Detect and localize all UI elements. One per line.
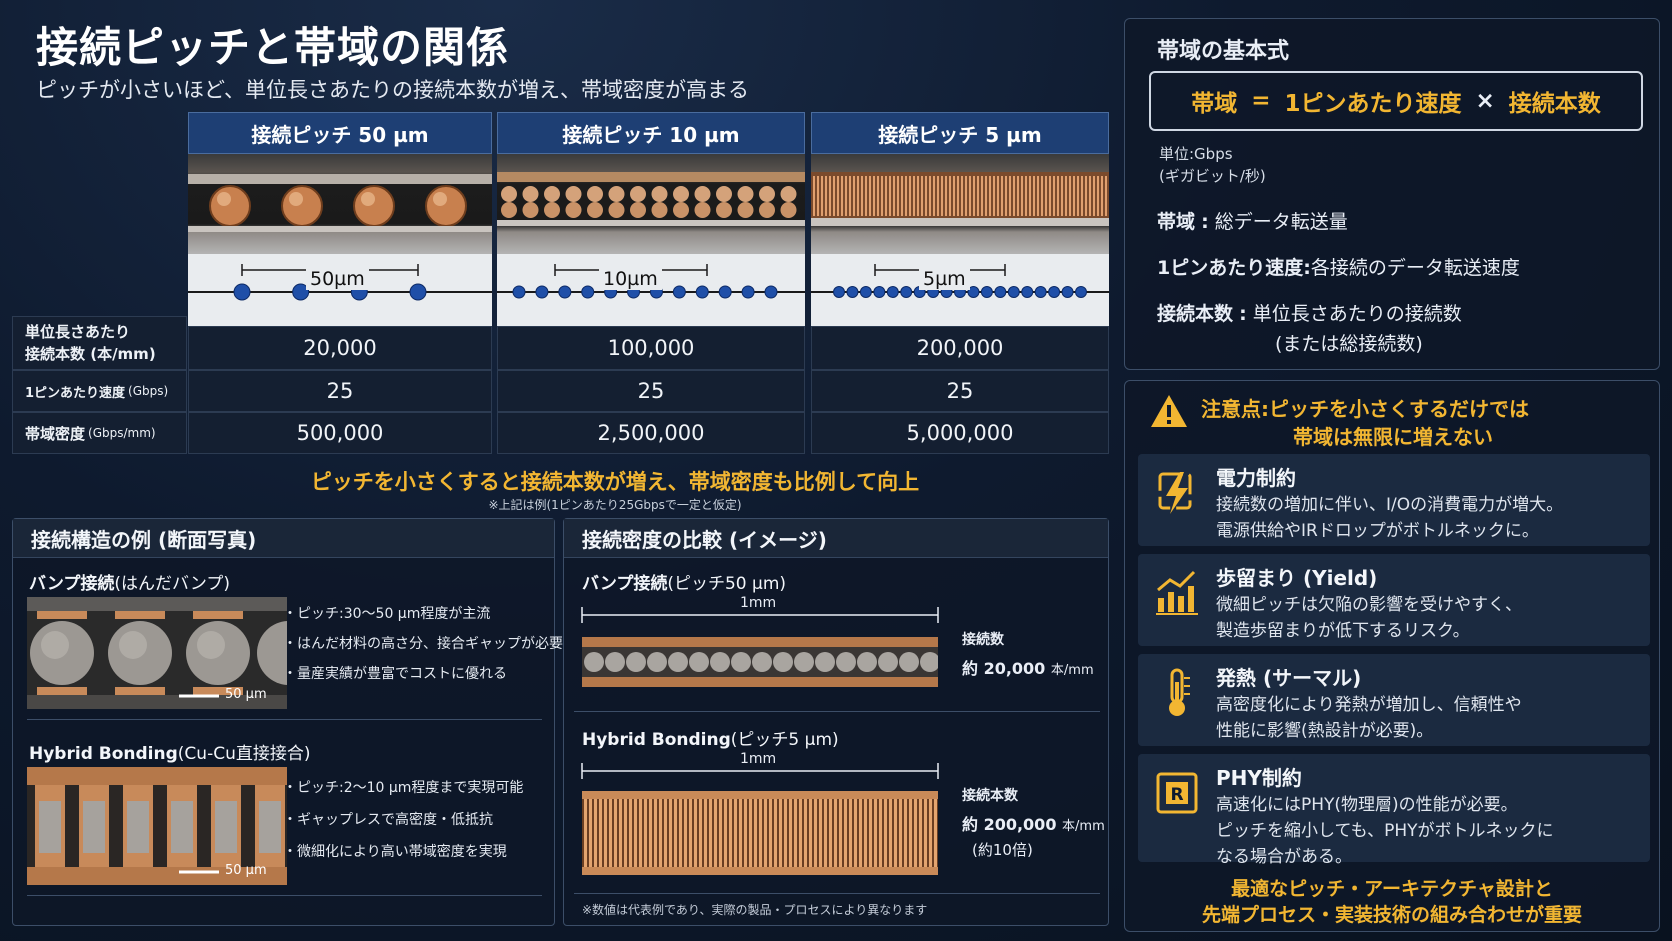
row-label-speed: 1ピンあたり速度 (Gbps) — [12, 370, 187, 412]
bump-photo: 50 µm — [27, 597, 287, 709]
structure-panel: 接続構造の例 (断面写真) バンプ接続(はんだバンプ) 50 µm ・ピッチ:3… — [12, 518, 563, 926]
risk-thermal-text: 高密度化により発熱が増加し、信頼性や 性能に影響(熱設計が必要)。 — [1216, 695, 1522, 741]
cell-density-5: 200,000 — [811, 326, 1109, 370]
formula-term1: 1ピンあたり速度 — [1284, 91, 1462, 117]
pitch-50-header: 接続ピッチ 50 µm — [188, 112, 492, 154]
pitch-10-photo — [497, 154, 805, 254]
table-conclusion: ピッチを小さくすると接続本数が増え、帯域密度も比例して向上 — [310, 470, 920, 494]
formula-times: × — [1475, 88, 1495, 114]
density-footnote: ※数値は代表例であり、実際の製品・プロセスにより異なります — [582, 903, 928, 917]
risk-power-title: 電力制約 — [1216, 466, 1296, 490]
caution-title-1: 注意点:ピッチを小さくするだけでは — [1201, 397, 1529, 421]
density-hybrid-count-label: 接続本数 — [962, 788, 1018, 804]
cell-speed-5: 25 — [811, 370, 1109, 412]
bump-bullet-3: ・量産実績が豊富でコストに優れる — [283, 666, 507, 682]
density-hybrid-heading: Hybrid Bonding(ピッチ5 µm) — [582, 730, 839, 750]
pitch-5-diagram: 5µm — [811, 254, 1109, 326]
cell-density-50: 20,000 — [188, 326, 492, 370]
caution-title-2: 帯域は無限に増えない — [1293, 425, 1493, 449]
thermometer-icon — [1169, 668, 1190, 716]
density-bump-span: 1mm — [740, 595, 777, 611]
density-divider — [574, 711, 1100, 712]
formula-box: 帯域 = 1ピンあたり速度 × 接続本数 — [1149, 71, 1643, 131]
phy-chip-icon: R — [1156, 772, 1198, 814]
density-bump-image — [582, 637, 938, 687]
formula-eq: = — [1251, 88, 1271, 114]
density-hybrid-span: 1mm — [740, 751, 777, 767]
structure-bottom-divider — [27, 895, 542, 896]
cell-density-10: 100,000 — [497, 326, 805, 370]
cell-bandwidth-5: 5,000,000 — [811, 412, 1109, 454]
bump-heading: バンプ接続(はんだバンプ) — [29, 574, 230, 594]
formula-def-speed: 1ピンあたり速度:各接続のデータ転送速度 — [1157, 257, 1520, 279]
caution-conclusion-2: 先端プロセス・実装技術の組み合わせが重要 — [1201, 904, 1582, 926]
warning-icon — [1151, 395, 1187, 427]
risk-phy-text: 高速化にはPHY(物理層)の性能が必要。 ピッチを縮小しても、PHYがボトルネッ… — [1216, 795, 1554, 867]
cell-bandwidth-50: 500,000 — [188, 412, 492, 454]
structure-panel-title: 接続構造の例 (断面写真) — [13, 519, 554, 558]
bump-10-image — [497, 172, 805, 226]
risk-item-yield: 歩留まり (Yield) 微細ピッチは欠陥の影響を受けやすく、 製造歩留まりが低… — [1138, 554, 1650, 646]
risk-yield-title: 歩留まり (Yield) — [1216, 566, 1378, 590]
row-label-density: 単位長さあたり 接続本数 (本/mm) — [12, 316, 187, 370]
formula-term2: 接続本数 — [1508, 91, 1601, 117]
density-bump-heading: バンプ接続(ピッチ50 µm) — [582, 574, 787, 594]
formula-def-bandwidth: 帯域 : 総データ転送量 — [1157, 211, 1348, 233]
formula-def-count-alt: (または総接続数) — [1275, 333, 1423, 355]
pitch-5-header: 接続ピッチ 5 µm — [811, 112, 1109, 154]
formula-panel: 帯域の基本式 帯域 = 1ピンあたり速度 × 接続本数 単位:Gbps (ギガビ… — [1124, 18, 1660, 370]
density-panel: 接続密度の比較 (イメージ) バンプ接続(ピッチ50 µm) 1mm 接続数 約… — [563, 518, 1109, 926]
formula-lhs: 帯域 — [1191, 91, 1238, 117]
risk-phy-title: PHY制約 — [1216, 766, 1302, 790]
density-bottom-divider — [574, 893, 1100, 894]
page-title: 接続ピッチと帯域の関係 — [36, 23, 510, 72]
structure-divider — [27, 719, 542, 720]
risk-power-text: 接続数の増加に伴い、I/Oの消費電力が増大。 電源供給やIRドロップがボトルネッ… — [1216, 495, 1564, 541]
cell-bandwidth-10: 2,500,000 — [497, 412, 805, 454]
bump-50-image — [188, 174, 492, 232]
pitch-10-dim: 10µm — [599, 268, 662, 290]
risk-item-power: 電力制約 接続数の増加に伴い、I/Oの消費電力が増大。 電源供給やIRドロップが… — [1138, 454, 1650, 546]
pitch-50-diagram: 50µm — [188, 254, 492, 326]
hybrid-heading: Hybrid Bonding(Cu-Cu直接接合) — [29, 744, 311, 764]
density-bump-count-label: 接続数 — [962, 632, 1004, 648]
formula-unit-1: 単位:Gbps — [1159, 145, 1233, 163]
risk-item-thermal: 発熱 (サーマル) 高密度化により発熱が増加し、信頼性や 性能に影響(熱設計が必… — [1138, 654, 1650, 746]
density-bump-count: 約 20,000 本/mm — [962, 659, 1094, 678]
bump-scale-label: 50 µm — [225, 687, 267, 702]
svg-text:R: R — [1170, 785, 1183, 805]
formula-def-count: 接続本数 : 単位長さあたりの接続数 — [1157, 303, 1462, 325]
bump-bullet-2: ・はんだ材料の高さ分、接合ギャップが必要 — [283, 636, 563, 652]
table-footnote: ※上記は例(1ピンあたり25Gbpsで一定と仮定) — [488, 498, 742, 512]
density-hybrid-count: 約 200,000 本/mm — [962, 815, 1105, 834]
pitch-5-dim: 5µm — [919, 268, 970, 290]
row-label-bandwidth: 帯域密度 (Gbps/mm) — [12, 412, 187, 454]
power-icon — [1158, 472, 1192, 514]
bump-bullet-1: ・ピッチ:30〜50 µm程度が主流 — [283, 606, 491, 622]
pitch-10-diagram: 10µm — [497, 254, 805, 326]
risk-item-phy: R PHY制約 高速化にはPHY(物理層)の性能が必要。 ピッチを縮小しても、P… — [1138, 754, 1650, 867]
pitch-5-photo — [811, 154, 1109, 254]
hybrid-bullet-3: ・微細化により高い帯域密度を実現 — [283, 844, 507, 860]
pitch-50-dim: 50µm — [306, 268, 369, 290]
hybrid-bullet-2: ・ギャップレスで高密度・低抵抗 — [283, 812, 493, 828]
hybrid-scale-label: 50 µm — [225, 863, 267, 878]
cell-speed-50: 25 — [188, 370, 492, 412]
page-subtitle: ピッチが小さいほど、単位長さあたりの接続本数が増え、帯域密度が高まる — [36, 78, 749, 102]
pitch-50-photo — [188, 154, 492, 254]
pitch-10-header: 接続ピッチ 10 µm — [497, 112, 805, 154]
hybrid-photo: 50 µm — [27, 767, 287, 885]
cell-speed-10: 25 — [497, 370, 805, 412]
yield-chart-icon — [1156, 570, 1198, 615]
formula-panel-title: 帯域の基本式 — [1157, 39, 1290, 64]
risk-yield-text: 微細ピッチは欠陥の影響を受けやすく、 製造歩留まりが低下するリスク。 — [1216, 595, 1522, 641]
risk-thermal-title: 発熱 (サーマル) — [1216, 666, 1362, 690]
caution-conclusion-1: 最適なピッチ・アーキテクチャ設計と — [1231, 878, 1553, 900]
density-hybrid-ratio: (約10倍) — [972, 841, 1033, 859]
density-hybrid-image — [582, 791, 938, 875]
formula-unit-2: (ギガビット/秒) — [1159, 167, 1266, 185]
density-panel-title: 接続密度の比較 (イメージ) — [564, 519, 1108, 558]
hybrid-bullet-1: ・ピッチ:2〜10 µm程度まで実現可能 — [283, 780, 524, 796]
hybrid-5-image — [811, 172, 1109, 226]
